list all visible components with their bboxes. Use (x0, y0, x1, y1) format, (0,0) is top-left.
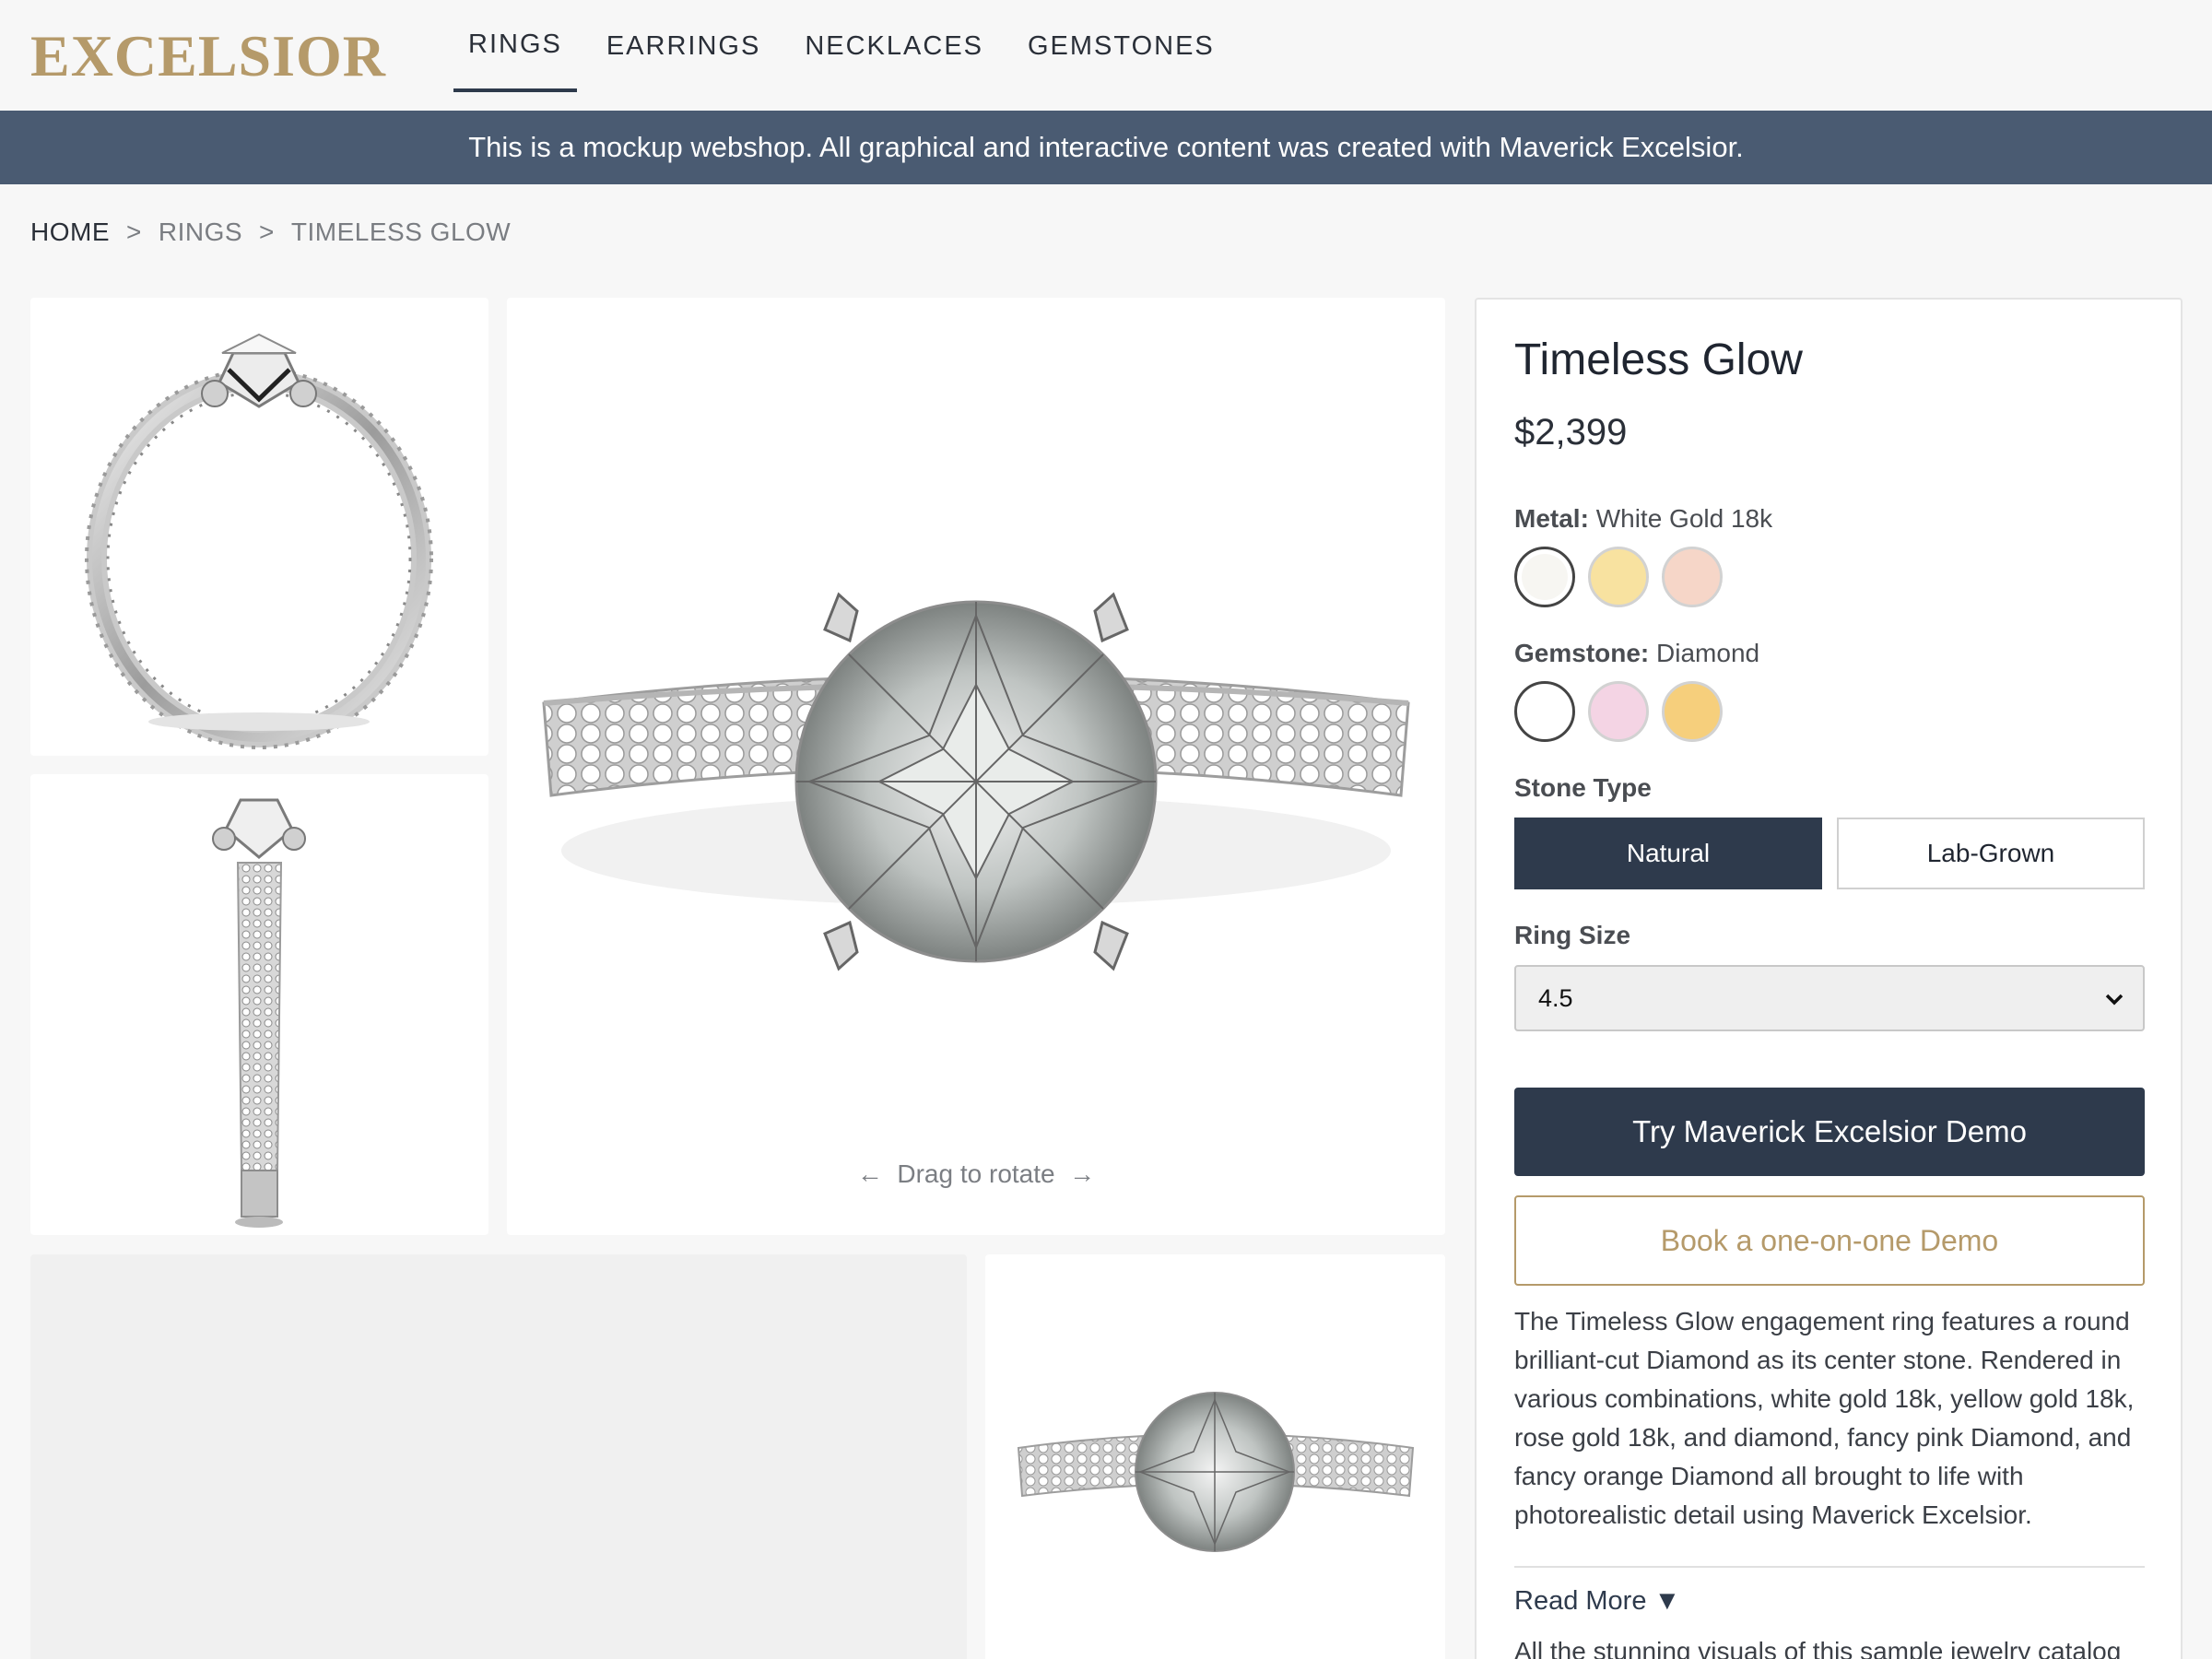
rotate-right-arrow-icon: → (1069, 1159, 1096, 1188)
breadcrumb-separator: > (259, 218, 275, 246)
chevron-down-icon (2105, 994, 2124, 1006)
swatch-rose-gold[interactable] (1662, 547, 1723, 607)
nav-rings[interactable]: RINGS (453, 0, 577, 92)
metal-label: Metal: (1514, 504, 1589, 533)
read-more-toggle[interactable]: Read More ▼ (1514, 1586, 1680, 1617)
metal-option-label: Metal: White Gold 18k (1514, 504, 1772, 534)
stone-type-label: Stone Type (1514, 773, 1652, 802)
gallery-placeholder-tile (30, 1254, 967, 1659)
metal-value: White Gold 18k (1595, 504, 1773, 533)
gemstone-swatches (1514, 681, 1723, 742)
rotate-left-arrow-icon: ← (856, 1159, 883, 1188)
nav-gemstones[interactable]: GEMSTONES (1013, 0, 1230, 92)
product-price: $2,399 (1514, 412, 1628, 453)
swatch-diamond[interactable] (1514, 681, 1575, 742)
try-demo-button[interactable]: Try Maverick Excelsior Demo (1514, 1088, 2145, 1176)
ring-3d-viewer[interactable]: ← Drag to rotate → (507, 298, 1445, 1235)
breadcrumb-home[interactable]: HOME (30, 218, 110, 247)
thumbnail-profile-view[interactable] (30, 774, 488, 1235)
ring-size-value: 4.5 (1538, 983, 1573, 1012)
more-description: All the stunning visuals of this sample … (1514, 1637, 2122, 1659)
product-description: The Timeless Glow engagement ring featur… (1514, 1307, 2135, 1529)
ring-side-view-image (85, 333, 433, 749)
brand-logo[interactable]: EXCELSIOR (30, 22, 386, 90)
divider (1514, 1566, 2145, 1568)
nav-earrings[interactable]: EARRINGS (592, 0, 775, 92)
gemstone-option-label: Gemstone: Diamond (1514, 639, 1759, 668)
ring-size-label: Ring Size (1514, 921, 1631, 949)
drag-hint-label: Drag to rotate (897, 1159, 1055, 1188)
stone-type-toggle: Natural Lab-Grown (1514, 818, 2145, 889)
drag-to-rotate-hint: ← Drag to rotate → (507, 1159, 1445, 1189)
swatch-pink-diamond[interactable] (1588, 681, 1649, 742)
breadcrumb-rings[interactable]: RINGS (159, 218, 242, 247)
ring-front-view-image (1017, 1392, 1415, 1552)
ring-main-image (542, 592, 1410, 971)
main-nav: RINGS EARRINGS NECKLACES GEMSTONES (453, 0, 1244, 111)
gemstone-label: Gemstone: (1514, 639, 1650, 667)
gemstone-value: Diamond (1656, 639, 1760, 667)
product-title: Timeless Glow (1514, 335, 1803, 384)
stone-natural-button[interactable]: Natural (1514, 818, 1822, 889)
thumbnail-side-view[interactable] (30, 298, 488, 756)
stone-lab-grown-button[interactable]: Lab-Grown (1837, 818, 2145, 889)
ring-size-select[interactable]: 4.5 (1514, 965, 2145, 1031)
swatch-yellow-gold[interactable] (1588, 547, 1649, 607)
thumbnail-front-view[interactable] (985, 1254, 1445, 1659)
swatch-orange-diamond[interactable] (1662, 681, 1723, 742)
book-demo-button[interactable]: Book a one-on-one Demo (1514, 1195, 2145, 1286)
ring-profile-view-image (212, 798, 306, 1228)
breadcrumb-separator: > (126, 218, 142, 246)
metal-swatches (1514, 547, 1723, 607)
mockup-banner: This is a mockup webshop. All graphical … (0, 111, 2212, 184)
swatch-white-gold[interactable] (1514, 547, 1575, 607)
site-header: EXCELSIOR RINGS EARRINGS NECKLACES GEMST… (0, 0, 2212, 111)
nav-necklaces[interactable]: NECKLACES (790, 0, 998, 92)
product-details-panel: Timeless Glow $2,399 Metal: White Gold 1… (1475, 298, 2183, 1659)
breadcrumb: HOME > RINGS > TIMELESS GLOW (30, 218, 511, 247)
breadcrumb-current: TIMELESS GLOW (290, 218, 512, 246)
